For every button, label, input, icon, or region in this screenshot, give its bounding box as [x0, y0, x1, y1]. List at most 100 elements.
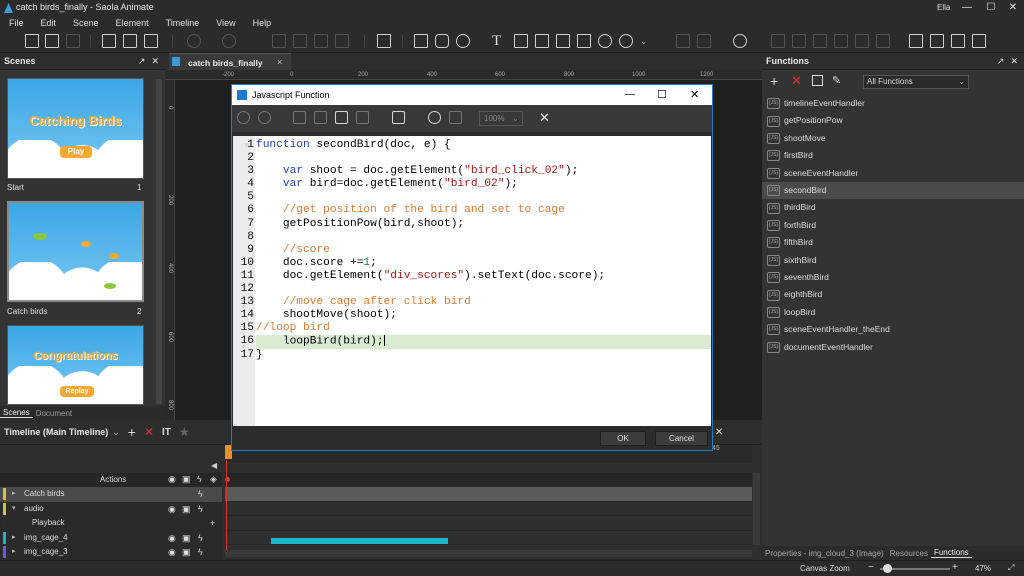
- preview-icon[interactable]: [733, 34, 747, 48]
- function-item[interactable]: {JS} sixthBird: [762, 252, 1024, 269]
- video-icon[interactable]: [556, 34, 570, 48]
- align-bottom-icon[interactable]: [876, 34, 890, 48]
- function-item[interactable]: {JS} sceneEventHandler_theEnd: [762, 321, 1024, 338]
- scene-thumbnail-start[interactable]: Catching Birds Play: [7, 78, 144, 179]
- scene-add-icon[interactable]: [102, 34, 116, 48]
- tab-document[interactable]: Document: [33, 409, 75, 418]
- maximize-button[interactable]: ☐: [980, 0, 1002, 16]
- html-icon[interactable]: [144, 34, 158, 48]
- bolt-icon[interactable]: ϟ: [197, 474, 202, 484]
- zoom-out-icon[interactable]: −: [868, 562, 874, 573]
- menu-file[interactable]: File: [0, 16, 32, 30]
- fit-screen-icon[interactable]: ⤢: [1008, 563, 1014, 573]
- lock-icon[interactable]: ▣: [182, 545, 191, 559]
- function-item[interactable]: {JS} loopBird: [762, 304, 1024, 321]
- replace-icon[interactable]: [449, 111, 462, 124]
- chevron-down-icon[interactable]: ⌄: [640, 36, 648, 47]
- html-widget-icon[interactable]: [598, 34, 612, 48]
- panel-close-icon[interactable]: ✕: [1010, 53, 1018, 70]
- menu-view[interactable]: View: [207, 16, 243, 30]
- function-item[interactable]: {JS} fifthBird: [762, 234, 1024, 251]
- group-icon[interactable]: [377, 34, 391, 48]
- tab-resources[interactable]: Resources: [887, 549, 931, 558]
- delete-function-icon[interactable]: ✕: [791, 73, 802, 89]
- popout-icon[interactable]: ↗: [997, 53, 1005, 70]
- align-right-icon[interactable]: [813, 34, 827, 48]
- img-cage-4-animation-bar[interactable]: [271, 538, 448, 544]
- function-item[interactable]: {JS} seventhBird: [762, 269, 1024, 286]
- function-item[interactable]: {JS} thirdBird: [762, 199, 1024, 216]
- dialog-maximize-button[interactable]: ☐: [657, 85, 667, 105]
- actions-track[interactable]: [225, 473, 752, 488]
- zoom-in-icon[interactable]: +: [952, 562, 958, 573]
- align-left-icon[interactable]: [771, 34, 785, 48]
- function-item[interactable]: {JS} secondBird: [762, 182, 1024, 200]
- redo-icon[interactable]: [222, 34, 236, 48]
- function-item[interactable]: {JS} eighthBird: [762, 286, 1024, 303]
- editor-zoom-select[interactable]: 100% ⌄: [479, 111, 523, 126]
- menu-edit[interactable]: Edit: [32, 16, 65, 30]
- rectangle-icon[interactable]: [414, 34, 428, 48]
- audio-icon[interactable]: [577, 34, 591, 48]
- timeline-scrollbar-h[interactable]: [225, 550, 752, 557]
- function-item[interactable]: {JS} getPositionPow: [762, 112, 1024, 129]
- delete-timeline-icon[interactable]: ✕: [144, 425, 154, 439]
- settings-tools-icon[interactable]: ✕: [539, 110, 550, 126]
- scene-thumbnail-congratulations[interactable]: Congratulations Replay: [7, 325, 144, 405]
- undo-icon[interactable]: [237, 111, 250, 124]
- timeline-layer-row[interactable]: ▸ img_cage_3 ◉ ▣ ϟ: [0, 545, 222, 560]
- lock-icon[interactable]: [972, 34, 986, 48]
- copy-icon[interactable]: [293, 34, 307, 48]
- dialog-minimize-button[interactable]: —: [625, 85, 635, 105]
- align-middle-icon[interactable]: [855, 34, 869, 48]
- lock-icon[interactable]: ▣: [182, 474, 191, 485]
- scenes-scrollbar[interactable]: [156, 79, 162, 404]
- shape-icon[interactable]: [619, 34, 633, 48]
- eye-icon[interactable]: ◉: [168, 531, 176, 545]
- bolt-icon[interactable]: ϟ: [198, 545, 203, 559]
- ok-button[interactable]: OK: [600, 431, 646, 446]
- function-item[interactable]: {JS} firstBird: [762, 147, 1024, 164]
- delete-icon[interactable]: [335, 34, 349, 48]
- keyframe-icon[interactable]: ◈: [210, 474, 217, 485]
- expand-arrow-icon[interactable]: ▸: [12, 487, 16, 501]
- bolt-icon[interactable]: ϟ: [198, 487, 203, 501]
- scene-thumbnail-catch-birds[interactable]: [7, 201, 144, 302]
- paste-icon[interactable]: [314, 34, 328, 48]
- dialog-close-button[interactable]: ✕: [690, 85, 699, 105]
- edit-function-icon[interactable]: [812, 75, 823, 86]
- star-icon[interactable]: ★: [179, 425, 190, 439]
- cut-icon[interactable]: [314, 111, 327, 124]
- timeline-track[interactable]: [225, 501, 752, 516]
- cancel-button[interactable]: Cancel: [655, 431, 708, 446]
- timeline-layer-row[interactable]: ▸ img_cage_4 ◉ ▣ ϟ: [0, 530, 222, 545]
- timeline-layer-row[interactable]: ▸ Catch birds ϟ: [0, 487, 222, 502]
- lock-icon[interactable]: ▣: [182, 502, 191, 516]
- popout-icon[interactable]: ↗: [138, 53, 146, 70]
- collapse-icon[interactable]: ◀: [211, 461, 217, 470]
- document-tab-close-icon[interactable]: ×: [277, 57, 282, 67]
- eye-icon[interactable]: ◉: [168, 474, 176, 485]
- function-item[interactable]: {JS} timelineEventHandler: [762, 95, 1024, 112]
- document-tab[interactable]: catch birds_finally ×: [169, 53, 291, 70]
- align-icon[interactable]: [676, 34, 690, 48]
- save-icon[interactable]: [66, 34, 80, 48]
- timeline-layer-row[interactable]: ▾ audio ◉ ▣ ϟ: [0, 501, 222, 516]
- paste-icon[interactable]: [335, 111, 348, 124]
- tab-functions[interactable]: Functions: [930, 548, 972, 558]
- rounded-rectangle-icon[interactable]: [435, 34, 449, 48]
- add-function-icon[interactable]: +: [770, 73, 778, 89]
- panel-close-icon[interactable]: ✕: [715, 427, 723, 438]
- undo-icon[interactable]: [187, 34, 201, 48]
- expand-arrow-icon[interactable]: ▸: [12, 545, 16, 559]
- close-button[interactable]: ✕: [1002, 0, 1024, 16]
- text-icon[interactable]: T: [492, 33, 501, 50]
- search-icon[interactable]: [428, 111, 441, 124]
- eye-icon[interactable]: ◉: [168, 502, 176, 516]
- bring-front-icon[interactable]: [930, 34, 944, 48]
- function-filter-select[interactable]: All Functions ⌄: [863, 75, 969, 89]
- delete-icon[interactable]: [356, 111, 369, 124]
- text-cursor-icon[interactable]: IT: [162, 427, 171, 438]
- eye-icon[interactable]: ◉: [168, 545, 176, 559]
- tab-properties[interactable]: Properties - img_cloud_3 (Image): [762, 549, 887, 558]
